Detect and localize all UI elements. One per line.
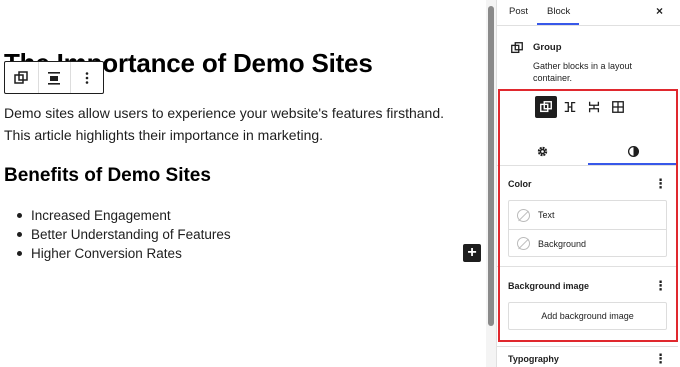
plus-icon: +	[467, 244, 477, 261]
block-card-title: Group	[533, 42, 562, 53]
tab-block[interactable]: Block	[547, 6, 570, 17]
list-item[interactable]: Increased Engagement	[17, 206, 231, 225]
align-button[interactable]	[37, 62, 71, 93]
more-options-icon	[85, 71, 89, 84]
block-type-button[interactable]	[5, 62, 38, 93]
list-item[interactable]: Higher Conversion Rates	[17, 244, 231, 263]
close-icon[interactable]: ×	[656, 4, 663, 18]
section-divider	[497, 346, 678, 347]
list-item[interactable]: Better Understanding of Features	[17, 225, 231, 244]
typography-options-button[interactable]: ⋮	[654, 352, 667, 365]
group-icon	[14, 70, 29, 84]
paragraph-block[interactable]: Demo sites allow users to experience you…	[4, 102, 474, 146]
block-toolbar	[4, 61, 104, 94]
align-icon	[48, 71, 61, 85]
block-card-description: Gather blocks in a layout container.	[533, 61, 633, 83]
add-block-button[interactable]: +	[463, 244, 481, 262]
scrollbar-thumb[interactable]	[488, 6, 494, 326]
list-block[interactable]: Increased Engagement Better Understandin…	[17, 206, 231, 263]
sidebar-tabs: Post Block ×	[497, 0, 680, 26]
tab-post[interactable]: Post	[509, 6, 528, 17]
more-options-button[interactable]	[70, 62, 103, 93]
typography-section-title: Typography	[508, 354, 559, 364]
heading-block[interactable]: Benefits of Demo Sites	[4, 165, 211, 187]
group-icon	[511, 42, 523, 54]
active-tab-indicator	[537, 23, 579, 25]
editor-canvas: The Importance of Demo Sites Demo sites …	[0, 0, 486, 367]
highlight-annotation	[498, 89, 678, 342]
